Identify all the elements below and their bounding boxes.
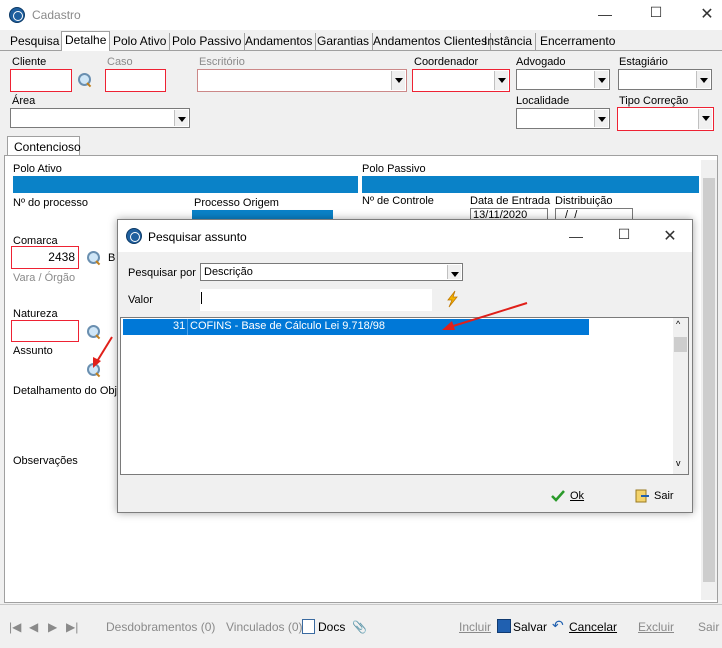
docs-icon[interactable]	[302, 619, 315, 634]
desdobramentos-button[interactable]: Desdobramentos (0)	[106, 620, 215, 634]
nav-prev-icon[interactable]: ◀	[29, 620, 38, 634]
salvar-button[interactable]: Salvar	[513, 620, 547, 634]
sair-status-button[interactable]: Sair	[698, 620, 719, 634]
docs-button[interactable]: Docs	[318, 620, 345, 634]
incluir-button[interactable]: Incluir	[459, 620, 491, 634]
nav-last-icon[interactable]: ▶|	[66, 620, 78, 634]
save-icon	[497, 619, 511, 633]
paperclip-icon[interactable]: 📎	[352, 620, 367, 634]
undo-icon: ↶	[552, 617, 564, 633]
vinculados-button[interactable]: Vinculados (0)	[226, 620, 303, 634]
excluir-button[interactable]: Excluir	[638, 620, 674, 634]
nav-next-icon[interactable]: ▶	[48, 620, 57, 634]
annotation-arrows	[93, 302, 528, 368]
cancelar-button[interactable]: Cancelar	[569, 620, 617, 634]
nav-first-icon[interactable]: |◀	[9, 620, 21, 634]
